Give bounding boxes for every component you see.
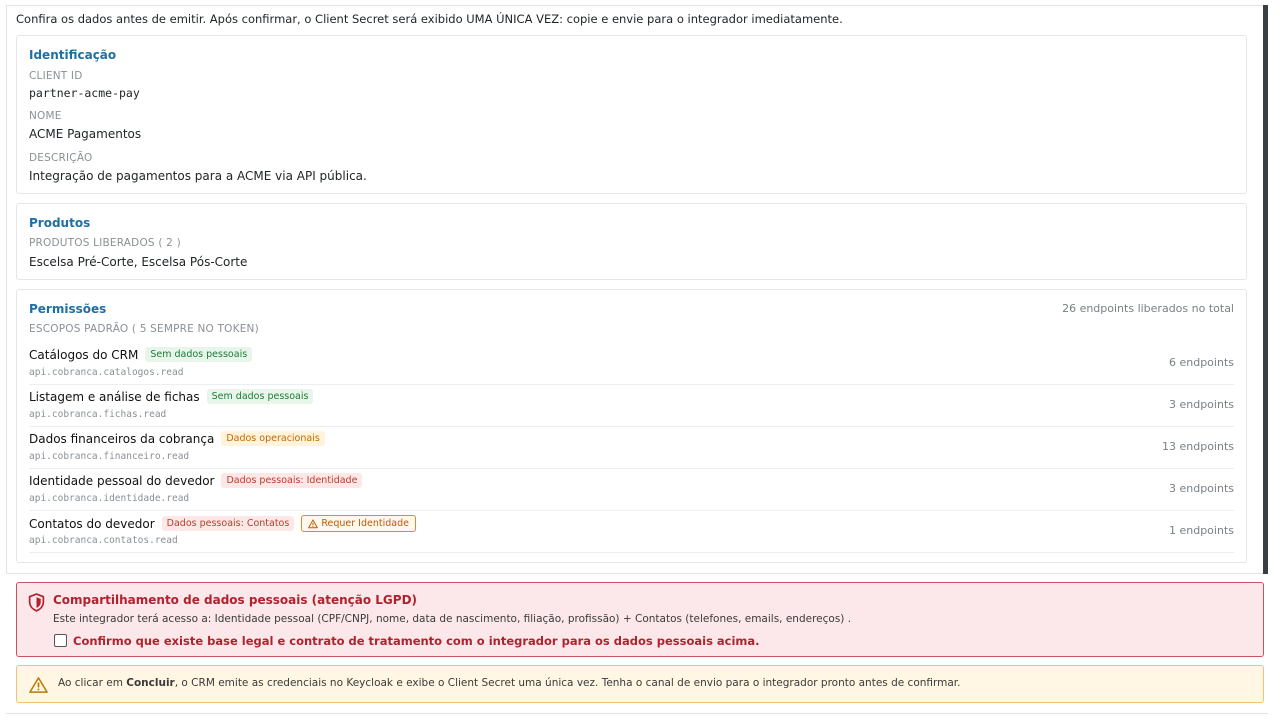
endpoint-count: 13 endpoints — [1162, 440, 1234, 453]
permission-row: Catálogos do CRM Sem dados pessoais api.… — [29, 343, 1234, 385]
permission-name: Listagem e análise de fichas — [29, 389, 200, 404]
permission-name: Dados financeiros da cobrança — [29, 431, 215, 446]
endpoints-total: 26 endpoints liberados no total — [1062, 302, 1234, 315]
permission-scope: api.cobranca.identidade.read — [29, 493, 190, 504]
lgpd-alert: Compartilhamento de dados pessoais (aten… — [16, 582, 1264, 657]
default-scopes-label: ESCOPOS PADRÃO ( 5 SEMPRE NO TOKEN) — [29, 323, 259, 335]
permission-row: Identidade pessoal do devedor Dados pess… — [29, 469, 1234, 511]
endpoint-count: 3 endpoints — [1168, 482, 1234, 495]
name-value: ACME Pagamentos — [29, 127, 142, 141]
products-label: PRODUTOS LIBERADOS ( 2 ) — [29, 237, 181, 249]
permission-scope: api.cobranca.fichas.read — [29, 409, 167, 420]
requires-identity-badge: Requer Identidade — [301, 515, 416, 532]
conclude-action-name: Concluir — [126, 677, 175, 689]
products-title: Produtos — [29, 216, 91, 230]
warning-text: Ao clicar em Concluir, o CRM emite as cr… — [58, 677, 961, 689]
permissions-title: Permissões — [29, 302, 107, 316]
privacy-badge: Dados operacionais — [221, 431, 325, 446]
permission-scope: api.cobranca.contatos.read — [29, 535, 178, 546]
permission-name: Catálogos do CRM — [29, 347, 139, 362]
description-value: Integração de pagamentos para a ACME via… — [29, 169, 367, 183]
privacy-badge: Sem dados pessoais — [145, 347, 253, 362]
legal-basis-checkbox-label[interactable]: Confirmo que existe base legal e contrat… — [73, 634, 760, 648]
divider — [6, 713, 1268, 714]
client-id-label: CLIENT ID — [29, 70, 83, 82]
warning-prefix: Ao clicar em — [58, 677, 127, 689]
permission-row: Listagem e análise de fichas Sem dados p… — [29, 385, 1234, 427]
privacy-badge: Sem dados pessoais — [206, 389, 314, 404]
legal-basis-checkbox[interactable] — [54, 634, 67, 647]
requires-identity-label: Requer Identidade — [321, 518, 409, 529]
permission-name: Identidade pessoal do devedor — [29, 473, 215, 488]
products-value: Escelsa Pré-Corte, Escelsa Pós-Corte — [29, 255, 248, 269]
endpoint-count: 6 endpoints — [1168, 356, 1234, 369]
lgpd-description: Este integrador terá acesso a: Identidad… — [53, 613, 852, 625]
permission-row: Contatos do devedor Dados pessoais: Cont… — [29, 511, 1234, 553]
intro-text: Confira os dados antes de emitir. Após c… — [16, 12, 843, 26]
privacy-badge: Dados pessoais: Identidade — [221, 473, 363, 488]
warning-icon — [308, 518, 319, 528]
lgpd-title: Compartilhamento de dados pessoais (aten… — [53, 593, 418, 607]
permission-name: Contatos do devedor — [29, 516, 155, 531]
endpoint-count: 3 endpoints — [1168, 398, 1234, 411]
warning-icon — [29, 677, 48, 693]
client-id-value: partner-acme-pay — [29, 86, 140, 100]
shield-icon — [28, 593, 45, 612]
permission-scope: api.cobranca.catalogos.read — [29, 367, 184, 378]
endpoint-count: 1 endpoints — [1168, 524, 1234, 537]
privacy-badge: Dados pessoais: Contatos — [161, 516, 295, 531]
scrollbar[interactable] — [1263, 5, 1268, 574]
description-label: DESCRIÇÃO — [29, 152, 93, 164]
name-label: NOME — [29, 110, 62, 122]
products-card: Produtos PRODUTOS LIBERADOS ( 2 ) Escels… — [16, 203, 1247, 280]
identification-title: Identificação — [29, 48, 117, 62]
permission-row: Dados financeiros da cobrança Dados oper… — [29, 427, 1234, 469]
identification-card: Identificação CLIENT ID partner-acme-pay… — [16, 35, 1247, 194]
warning-suffix: , o CRM emite as credenciais no Keycloak… — [174, 677, 961, 689]
permission-scope: api.cobranca.financeiro.read — [29, 451, 190, 462]
permissions-card: Permissões 26 endpoints liberados no tot… — [16, 289, 1247, 563]
conclude-warning: Ao clicar em Concluir, o CRM emite as cr… — [16, 665, 1264, 703]
